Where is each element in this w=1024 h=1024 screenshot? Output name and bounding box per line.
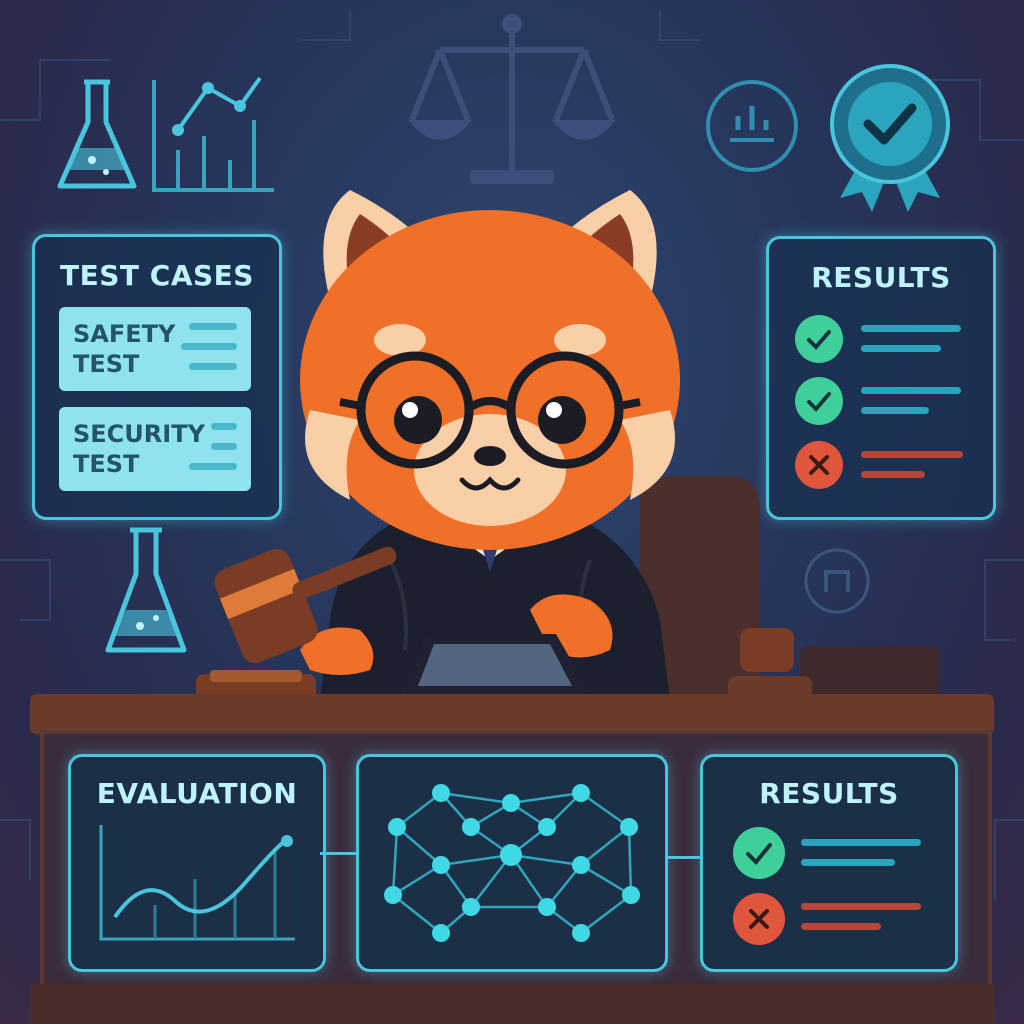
gavel-icon[interactable] [186,536,406,708]
evaluation-panel: EVALUATION [68,754,326,972]
results-title: RESULTS [811,261,951,294]
trend-chart-icon [99,825,295,941]
results-panel-bottom: RESULTS [700,754,958,972]
neural-network-panel [356,754,668,972]
line-chart-icon [152,76,274,192]
scales-icon [408,14,616,184]
text-line [801,859,895,866]
award-badge-icon [830,64,950,212]
check-icon [733,827,785,879]
text-line [801,903,921,910]
text-line [861,407,929,414]
flask-icon [105,527,187,653]
security-test-label: SECURITY TEST [73,420,205,478]
text-line [861,345,941,352]
x-icon [733,893,785,945]
check-icon [795,315,843,363]
check-icon [795,377,843,425]
text-line [861,387,961,394]
text-line [861,451,963,458]
neural-network-icon [384,784,640,942]
desk-base [30,984,994,1024]
safety-test-label: SAFETY TEST [73,320,176,378]
flask-icon [57,79,137,189]
bar-gauge-icon [706,80,798,172]
desk-top [30,694,994,734]
connector-line [666,856,702,859]
text-line [801,923,881,930]
connector-line [320,852,358,855]
text-line [861,325,961,332]
results-bottom-title: RESULTS [759,777,899,810]
text-line [801,839,921,846]
evaluation-title: EVALUATION [96,777,298,810]
